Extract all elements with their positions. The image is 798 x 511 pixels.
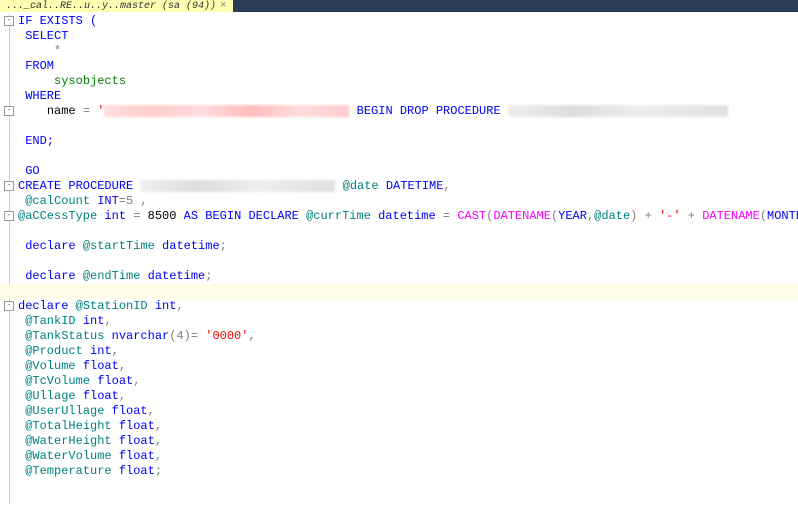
close-icon[interactable]: × xyxy=(220,0,227,12)
fold-toggle[interactable]: - xyxy=(4,301,14,311)
code-line xyxy=(0,119,798,134)
code-line: @Ullage float, xyxy=(0,389,798,404)
code-line xyxy=(0,254,798,269)
redacted-text xyxy=(140,180,335,192)
code-line: - CREATE PROCEDURE @date DATETIME, xyxy=(0,179,798,194)
code-line: sysobjects xyxy=(0,74,798,89)
code-line: END; xyxy=(0,134,798,149)
fold-toggle[interactable]: - xyxy=(4,211,14,221)
code-line: FROM xyxy=(0,59,798,74)
code-line: - @aCCessType int = 8500 AS BEGIN DECLAR… xyxy=(0,209,798,224)
code-line: @Temperature float; xyxy=(0,464,798,479)
code-editor[interactable]: - IF EXISTS ( SELECT * FROM sysobjects W… xyxy=(0,12,798,481)
code-line: declare @endTime datetime; xyxy=(0,269,798,284)
code-line: @TcVolume float, xyxy=(0,374,798,389)
code-line: WHERE xyxy=(0,89,798,104)
code-line: declare @startTime datetime; xyxy=(0,239,798,254)
code-line xyxy=(0,224,798,239)
code-line: * xyxy=(0,44,798,59)
code-line: - declare @StationID int, xyxy=(0,299,798,314)
code-line: GO xyxy=(0,164,798,179)
code-line-current xyxy=(0,284,798,299)
editor-tab[interactable]: ..._cal..RE..u..y..master (sa (94)) × xyxy=(0,0,233,12)
code-line: @Product int, xyxy=(0,344,798,359)
fold-toggle[interactable]: - xyxy=(4,16,14,26)
fold-toggle[interactable]: - xyxy=(4,181,14,191)
code-line: @Volume float, xyxy=(0,359,798,374)
code-line: @WaterVolume float, xyxy=(0,449,798,464)
code-line: @calCount INT=5 , xyxy=(0,194,798,209)
code-line: @TankStatus nvarchar(4)= '0000', xyxy=(0,329,798,344)
code-line: @TotalHeight float, xyxy=(0,419,798,434)
tab-title: ..._cal..RE..u..y..master (sa (94)) xyxy=(6,1,216,12)
code-line: - IF EXISTS ( xyxy=(0,14,798,29)
code-line: SELECT xyxy=(0,29,798,44)
code-line xyxy=(0,149,798,164)
redacted-text xyxy=(104,105,349,117)
fold-toggle[interactable]: - xyxy=(4,106,14,116)
code-line: @WaterHeight float, xyxy=(0,434,798,449)
code-line: - name = ' BEGIN DROP PROCEDURE xyxy=(0,104,798,119)
code-line: @TankID int, xyxy=(0,314,798,329)
tab-bar: ..._cal..RE..u..y..master (sa (94)) × xyxy=(0,0,798,12)
code-line: @UserUllage float, xyxy=(0,404,798,419)
redacted-text xyxy=(508,105,728,117)
